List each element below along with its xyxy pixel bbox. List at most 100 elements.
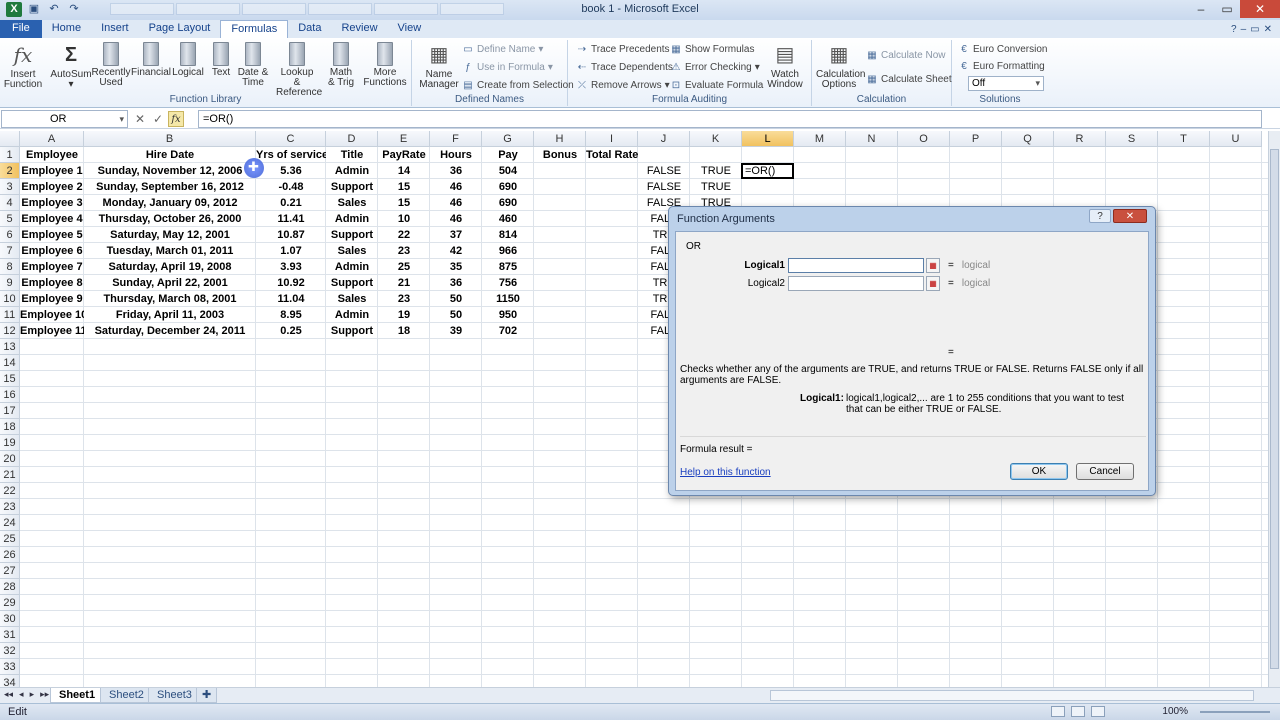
data-cell[interactable]: 37 xyxy=(430,227,482,243)
data-cell[interactable]: Employee 6 xyxy=(20,243,84,259)
row-header-23[interactable]: 23 xyxy=(0,499,20,515)
financial-button[interactable]: Financial xyxy=(130,42,172,78)
data-cell[interactable]: Sunday, November 12, 2006 xyxy=(84,163,256,179)
row-header-28[interactable]: 28 xyxy=(0,579,20,595)
data-cell[interactable]: 50 xyxy=(430,307,482,323)
column-header-j[interactable]: J xyxy=(638,131,690,147)
name-manager-button[interactable]: ▦ Name Manager xyxy=(418,42,460,90)
data-cell[interactable]: Monday, January 09, 2012 xyxy=(84,195,256,211)
data-cell[interactable]: 22 xyxy=(378,227,430,243)
column-header-k[interactable]: K xyxy=(690,131,742,147)
data-cell[interactable]: 756 xyxy=(482,275,534,291)
data-cell[interactable]: Sales xyxy=(326,243,378,259)
calculate-now-button[interactable]: ▦ Calculate Now xyxy=(866,50,945,61)
error-checking-button[interactable]: ⚠ Error Checking ▾ xyxy=(670,62,760,73)
tab-formulas[interactable]: Formulas xyxy=(220,20,289,38)
data-cell[interactable]: 23 xyxy=(378,291,430,307)
normal-view-icon[interactable] xyxy=(1051,706,1065,717)
column-header-d[interactable]: D xyxy=(326,131,378,147)
data-cell[interactable]: 39 xyxy=(430,323,482,339)
recently-used-button[interactable]: Recently Used xyxy=(90,42,132,88)
data-cell[interactable]: Thursday, March 08, 2001 xyxy=(84,291,256,307)
euro-formatting-button[interactable]: € Euro Formatting xyxy=(958,61,1044,72)
header-cell[interactable]: Title xyxy=(326,147,378,163)
enter-icon[interactable]: ✓ xyxy=(150,111,166,127)
data-cell[interactable]: 8.95 xyxy=(256,307,326,323)
row-header-33[interactable]: 33 xyxy=(0,659,20,675)
header-cell[interactable]: Hire Date xyxy=(84,147,256,163)
row-header-16[interactable]: 16 xyxy=(0,387,20,403)
data-cell[interactable]: 15 xyxy=(378,179,430,195)
row-header-11[interactable]: 11 xyxy=(0,307,20,323)
data-cell[interactable]: Admin xyxy=(326,163,378,179)
data-cell[interactable]: Employee 9 xyxy=(20,291,84,307)
row-header-7[interactable]: 7 xyxy=(0,243,20,259)
data-cell[interactable]: Employee 11 xyxy=(20,323,84,339)
row-header-15[interactable]: 15 xyxy=(0,371,20,387)
row-header-5[interactable]: 5 xyxy=(0,211,20,227)
data-cell[interactable]: 0.25 xyxy=(256,323,326,339)
data-cell[interactable]: 25 xyxy=(378,259,430,275)
ok-button[interactable]: OK xyxy=(1010,463,1068,480)
data-cell[interactable]: Saturday, May 12, 2001 xyxy=(84,227,256,243)
data-cell[interactable]: Support xyxy=(326,323,378,339)
data-cell[interactable]: 46 xyxy=(430,211,482,227)
header-cell[interactable]: Employee xyxy=(20,147,84,163)
header-cell[interactable]: Pay xyxy=(482,147,534,163)
data-cell[interactable]: -0.48 xyxy=(256,179,326,195)
data-cell[interactable]: 504 xyxy=(482,163,534,179)
logical-result-cell[interactable]: TRUE xyxy=(690,163,742,179)
restore-workbook-icon[interactable]: ▭ xyxy=(1250,24,1259,35)
column-header-a[interactable]: A xyxy=(20,131,84,147)
data-cell[interactable]: 10.87 xyxy=(256,227,326,243)
active-cell[interactable]: =OR() xyxy=(741,163,794,179)
remove-arrows-button[interactable]: ⤫ Remove Arrows ▾ xyxy=(576,80,670,91)
row-header-22[interactable]: 22 xyxy=(0,483,20,499)
row-header-27[interactable]: 27 xyxy=(0,563,20,579)
data-cell[interactable]: Saturday, April 19, 2008 xyxy=(84,259,256,275)
data-cell[interactable]: Thursday, October 26, 2000 xyxy=(84,211,256,227)
row-header-17[interactable]: 17 xyxy=(0,403,20,419)
collapse-dialog-icon[interactable]: ▦ xyxy=(926,258,940,273)
lookup-reference-button[interactable]: Lookup & Reference xyxy=(276,42,322,98)
data-cell[interactable]: 5.36 xyxy=(256,163,326,179)
close-workbook-icon[interactable]: ✕ xyxy=(1264,24,1272,35)
dialog-close-icon[interactable]: ✕ xyxy=(1113,209,1147,223)
first-sheet-icon[interactable]: ◂◂ xyxy=(4,689,13,700)
cancel-icon[interactable]: ✕ xyxy=(132,111,148,127)
data-cell[interactable]: 966 xyxy=(482,243,534,259)
header-cell[interactable]: Total Rate xyxy=(586,147,638,163)
calculation-options-button[interactable]: ▦ Calculation Options xyxy=(816,42,865,90)
column-header-o[interactable]: O xyxy=(898,131,950,147)
data-cell[interactable]: 3.93 xyxy=(256,259,326,275)
header-cell[interactable]: Hours xyxy=(430,147,482,163)
name-box[interactable]: OR xyxy=(1,110,128,128)
data-cell[interactable]: 42 xyxy=(430,243,482,259)
page-layout-view-icon[interactable] xyxy=(1071,706,1085,717)
help-on-function-link[interactable]: Help on this function xyxy=(680,467,771,478)
tab-insert[interactable]: Insert xyxy=(91,20,139,38)
column-header-q[interactable]: Q xyxy=(1002,131,1054,147)
row-header-34[interactable]: 34 xyxy=(0,675,20,687)
row-header-1[interactable]: 1 xyxy=(0,147,20,163)
row-header-29[interactable]: 29 xyxy=(0,595,20,611)
column-header-m[interactable]: M xyxy=(794,131,846,147)
logical-result-cell[interactable]: FALSE xyxy=(638,179,690,195)
more-functions-button[interactable]: More Functions xyxy=(362,42,408,88)
data-cell[interactable]: Admin xyxy=(326,259,378,275)
row-header-6[interactable]: 6 xyxy=(0,227,20,243)
column-header-h[interactable]: H xyxy=(534,131,586,147)
row-header-9[interactable]: 9 xyxy=(0,275,20,291)
data-cell[interactable]: Sales xyxy=(326,291,378,307)
data-cell[interactable]: Employee 2 xyxy=(20,179,84,195)
data-cell[interactable]: 10 xyxy=(378,211,430,227)
data-cell[interactable]: 690 xyxy=(482,195,534,211)
header-cell[interactable]: Bonus xyxy=(534,147,586,163)
data-cell[interactable]: 10.92 xyxy=(256,275,326,291)
column-header-i[interactable]: I xyxy=(586,131,638,147)
math-trig-button[interactable]: Math & Trig xyxy=(320,42,362,88)
data-cell[interactable]: Saturday, December 24, 2011 xyxy=(84,323,256,339)
row-header-32[interactable]: 32 xyxy=(0,643,20,659)
create-from-selection-button[interactable]: ▤ Create from Selection xyxy=(462,80,573,91)
data-cell[interactable]: 814 xyxy=(482,227,534,243)
